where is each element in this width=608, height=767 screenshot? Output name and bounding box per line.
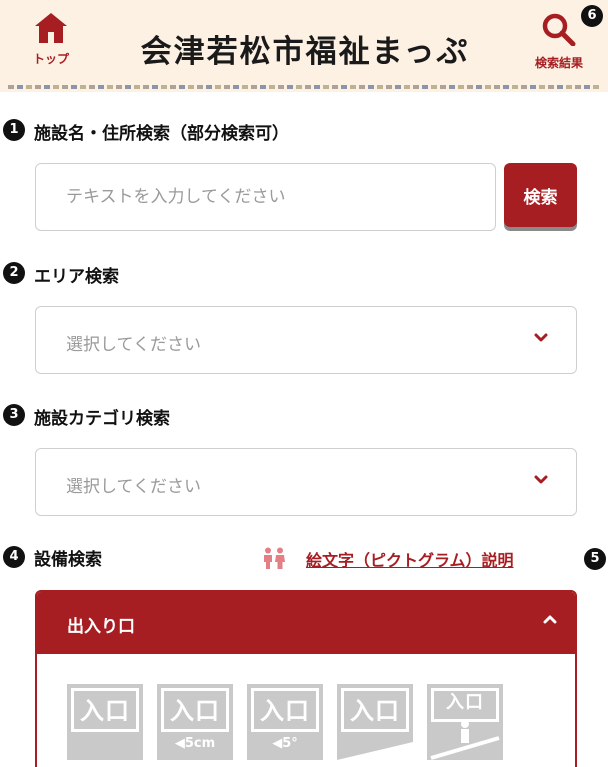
marker-4: 4 bbox=[3, 546, 25, 568]
area-select-value: 選択してください bbox=[66, 335, 201, 355]
entrance-accordion-header[interactable]: 出入り口 bbox=[37, 592, 575, 654]
equipment-search-title: 設備検索 bbox=[34, 550, 102, 570]
pictogram-link-text[interactable]: 絵文字（ピクトグラム）説明 bbox=[306, 547, 514, 571]
entrance-icon-label: 入口 bbox=[170, 697, 220, 725]
entrance-icon-label: 入口 bbox=[446, 692, 484, 713]
entrance-icon-slope-5deg[interactable]: 入口 ◀5° bbox=[247, 684, 323, 760]
marker-3: 3 bbox=[3, 404, 25, 426]
entrance-icon-step-5cm[interactable]: 入口 ◀5cm bbox=[157, 684, 233, 760]
entrance-icon-label: 入口 bbox=[350, 697, 400, 725]
entrance-icon-slope[interactable]: 入口 bbox=[337, 684, 413, 760]
entrance-icon-label: 入口 bbox=[80, 697, 130, 725]
entrance-icon-sub: ◀5° bbox=[272, 736, 298, 751]
app-header: トップ 会津若松市福祉まっぷ 検索結果 6 bbox=[0, 0, 608, 92]
keyword-search-input[interactable] bbox=[35, 163, 496, 231]
top-label: トップ bbox=[32, 52, 69, 66]
area-search-title: エリア検索 bbox=[34, 267, 119, 287]
site-title: 会津若松市福祉まっぷ bbox=[140, 34, 470, 70]
chevron-down-icon bbox=[534, 333, 548, 342]
marker-2: 2 bbox=[3, 262, 25, 284]
slope-icon bbox=[337, 742, 413, 760]
search-results-label: 検索結果 bbox=[534, 56, 583, 70]
search-button[interactable]: 検索 bbox=[504, 163, 577, 227]
category-select[interactable]: 選択してください bbox=[35, 448, 577, 516]
chevron-down-icon bbox=[534, 475, 548, 484]
entrance-icon-label: 入口 bbox=[260, 697, 310, 725]
marker-6: 6 bbox=[581, 5, 603, 27]
name-address-search-title: 施設名・住所検索（部分検索可） bbox=[34, 124, 289, 144]
chevron-up-icon bbox=[543, 615, 557, 624]
search-icon bbox=[542, 13, 576, 46]
entrance-icon-sub: ◀5cm bbox=[174, 736, 216, 751]
marker-1: 1 bbox=[3, 119, 25, 141]
entrance-icon-wheelchair-ramp[interactable]: 入口 bbox=[427, 684, 503, 760]
category-select-value: 選択してください bbox=[66, 477, 201, 497]
category-search-title: 施設カテゴリ検索 bbox=[34, 409, 170, 429]
header-stripe bbox=[8, 85, 600, 89]
area-select[interactable]: 選択してください bbox=[35, 306, 577, 374]
home-icon bbox=[35, 13, 67, 43]
entrance-accordion: 出入り口 入口 入口 ◀5cm 入口 ◀5° 入口 入口 bbox=[35, 590, 577, 767]
entrance-icon-flat[interactable]: 入口 bbox=[67, 684, 143, 760]
top-button[interactable]: トップ bbox=[26, 12, 76, 72]
people-icon bbox=[264, 547, 285, 569]
accordion-title: 出入り口 bbox=[67, 617, 135, 637]
person-ramp-icon bbox=[430, 720, 500, 760]
marker-5: 5 bbox=[584, 548, 606, 570]
